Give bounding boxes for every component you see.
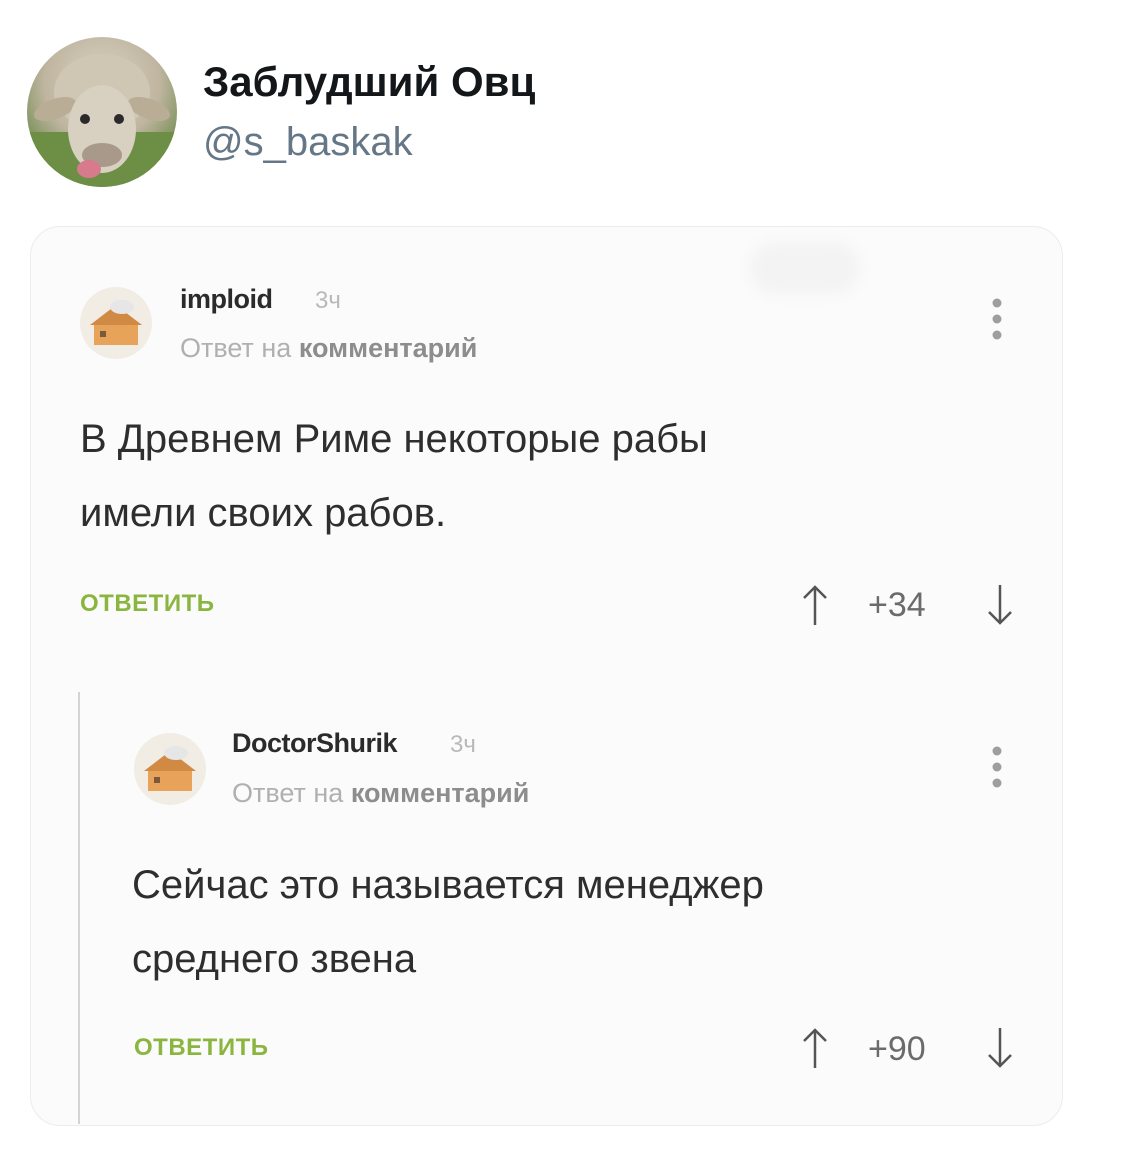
- reply-target-link[interactable]: комментарий: [351, 778, 530, 808]
- reply-prefix: Ответ на: [180, 333, 292, 363]
- sheep-avatar-image: [27, 54, 177, 187]
- comment-text-line: В Древнем Риме некоторые рабы: [80, 417, 708, 461]
- arrow-down-icon[interactable]: [985, 583, 1015, 627]
- comment-text-line: среднего звена: [132, 937, 417, 981]
- vertical-dots-icon[interactable]: [990, 296, 1004, 342]
- vertical-dots-icon[interactable]: [990, 744, 1004, 790]
- tweet-screenshot: Заблудший Овц @s_baskak imploid 3ч Ответ…: [0, 0, 1125, 1173]
- arrow-up-icon[interactable]: [800, 1026, 830, 1070]
- comment-score: +34: [868, 586, 926, 624]
- comment-score: +90: [868, 1030, 926, 1068]
- comment-text-line: Сейчас это называется менеджер: [132, 863, 764, 907]
- comment-time: 3ч: [315, 287, 341, 314]
- reply-button[interactable]: ОТВЕТИТЬ: [134, 1034, 269, 1062]
- comment-text-line: имели своих рабов.: [80, 491, 447, 535]
- comment-text: Сейчас это называется менеджер среднего …: [132, 848, 764, 996]
- blurred-area: [750, 242, 860, 294]
- reply-button[interactable]: ОТВЕТИТЬ: [80, 590, 215, 618]
- reply-to-line: Ответ на комментарий: [232, 778, 529, 809]
- comment-author[interactable]: imploid: [180, 284, 273, 315]
- reply-prefix: Ответ на: [232, 778, 344, 808]
- display-name[interactable]: Заблудший Овц: [203, 58, 535, 106]
- comment-time: 3ч: [450, 731, 476, 758]
- comment-text: В Древнем Риме некоторые рабы имели свои…: [80, 402, 708, 550]
- cottage-avatar-icon[interactable]: [134, 733, 206, 805]
- profile-avatar[interactable]: [27, 37, 177, 187]
- user-handle[interactable]: @s_baskak: [203, 120, 413, 165]
- comment-author[interactable]: DoctorShurik: [232, 728, 398, 759]
- reply-to-line: Ответ на комментарий: [180, 333, 477, 364]
- arrow-up-icon[interactable]: [800, 583, 830, 627]
- thread-line: [78, 692, 80, 1124]
- arrow-down-icon[interactable]: [985, 1026, 1015, 1070]
- reply-target-link[interactable]: комментарий: [299, 333, 478, 363]
- cottage-avatar-icon[interactable]: [80, 287, 152, 359]
